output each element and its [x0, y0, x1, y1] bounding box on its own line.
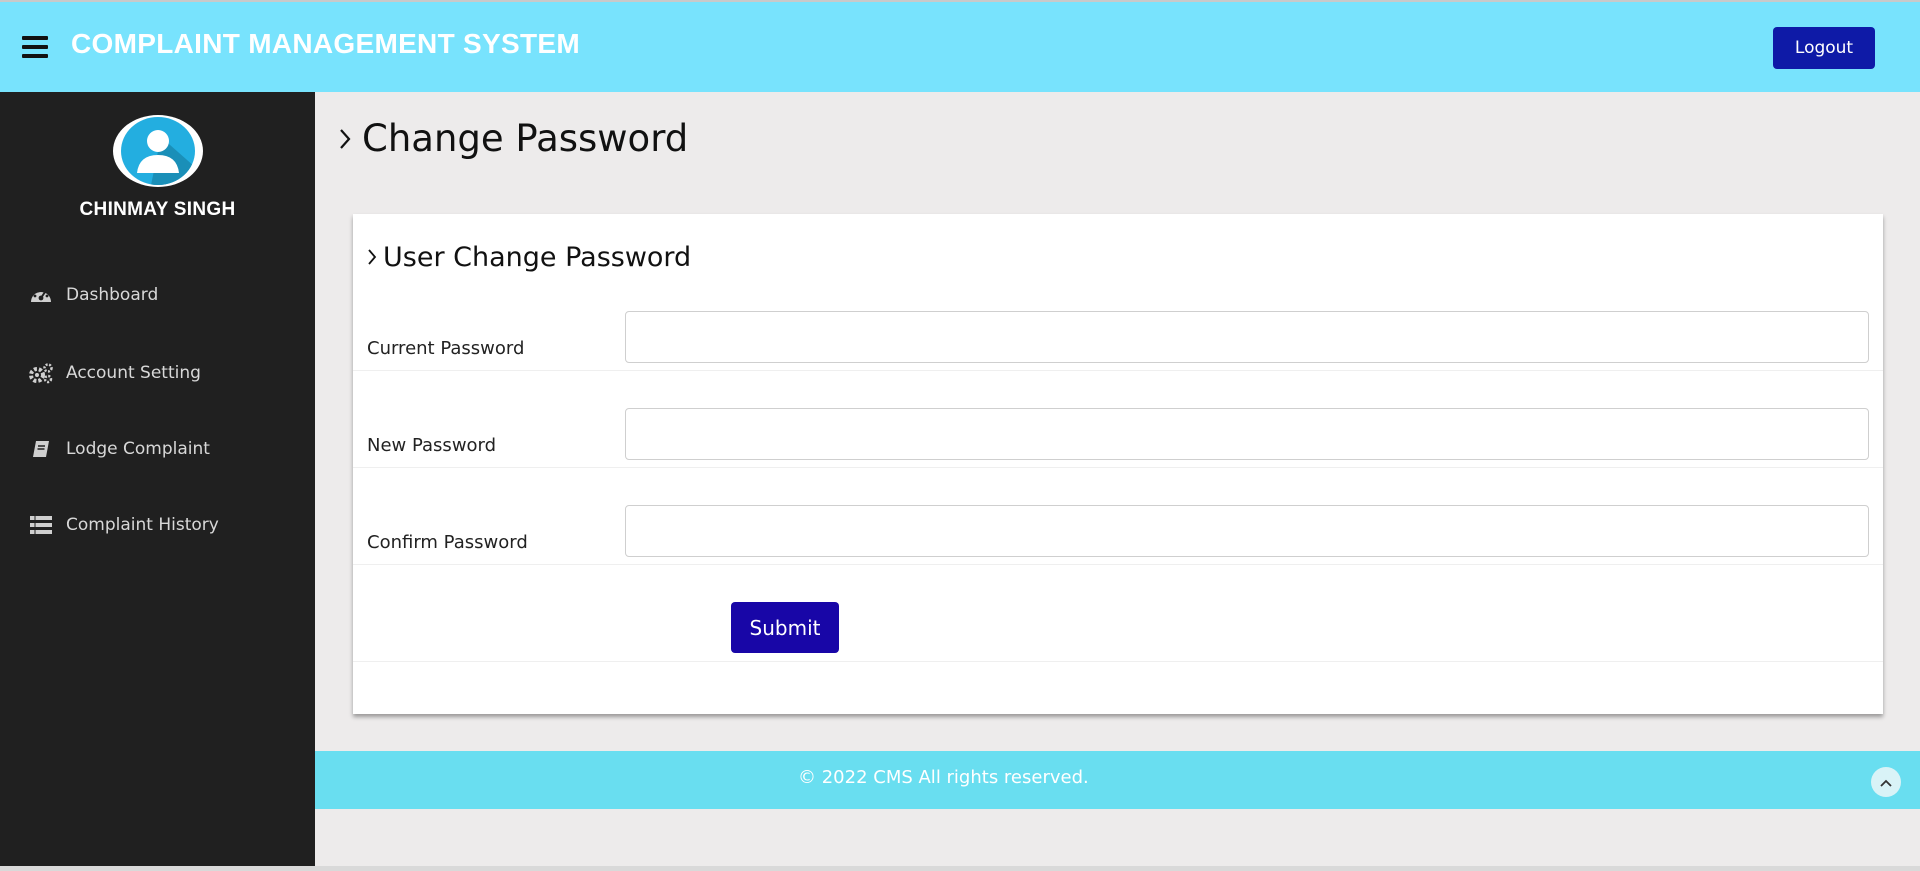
page-title-text: Change Password [362, 117, 689, 160]
app-title: COMPLAINT MANAGEMENT SYSTEM [71, 28, 580, 59]
logout-button[interactable]: Logout [1773, 27, 1875, 69]
sidebar-item-label: Account Setting [66, 363, 201, 383]
chevron-right-icon [367, 242, 377, 273]
sidebar-item-label: Lodge Complaint [66, 439, 210, 459]
footer: © 2022 CMS All rights reserved. [315, 751, 1920, 809]
book-icon [28, 438, 54, 460]
card-title-text: User Change Password [383, 242, 692, 273]
sidebar: CHINMAY SINGH Dashboard Account Setting … [0, 92, 315, 871]
gears-icon [28, 362, 54, 384]
form-row-submit [353, 565, 1883, 662]
window-bottom-edge [0, 866, 1920, 871]
confirm-password-field[interactable] [625, 505, 1869, 557]
current-password-label: Current Password [367, 338, 525, 359]
chevron-right-icon [338, 117, 352, 160]
sidebar-item-account-setting[interactable]: Account Setting [28, 358, 201, 388]
scroll-to-top-button[interactable] [1871, 767, 1901, 797]
top-header: COMPLAINT MANAGEMENT SYSTEM Logout [0, 0, 1920, 92]
footer-copyright: © 2022 CMS All rights reserved. [798, 767, 1089, 788]
hamburger-icon[interactable] [22, 36, 48, 58]
sidebar-item-lodge-complaint[interactable]: Lodge Complaint [28, 434, 210, 464]
sidebar-item-label: Dashboard [66, 285, 159, 305]
list-icon [28, 514, 54, 536]
new-password-label: New Password [367, 435, 497, 456]
sidebar-item-dashboard[interactable]: Dashboard [28, 280, 158, 310]
sidebar-item-label: Complaint History [66, 515, 219, 535]
current-password-field[interactable] [625, 311, 1869, 363]
card-title: User Change Password [367, 242, 691, 273]
user-avatar-icon [121, 117, 195, 185]
user-name: CHINMAY SINGH [79, 199, 236, 220]
sidebar-item-complaint-history[interactable]: Complaint History [28, 510, 219, 540]
page-title: Change Password [338, 117, 688, 160]
dashboard-icon [28, 284, 54, 306]
change-password-card: User Change Password Current Password Ne… [353, 214, 1883, 714]
chevron-up-icon [1879, 773, 1893, 792]
avatar [113, 115, 203, 187]
submit-button[interactable]: Submit [731, 602, 839, 653]
confirm-password-label: Confirm Password [367, 532, 528, 553]
new-password-field[interactable] [625, 408, 1869, 460]
